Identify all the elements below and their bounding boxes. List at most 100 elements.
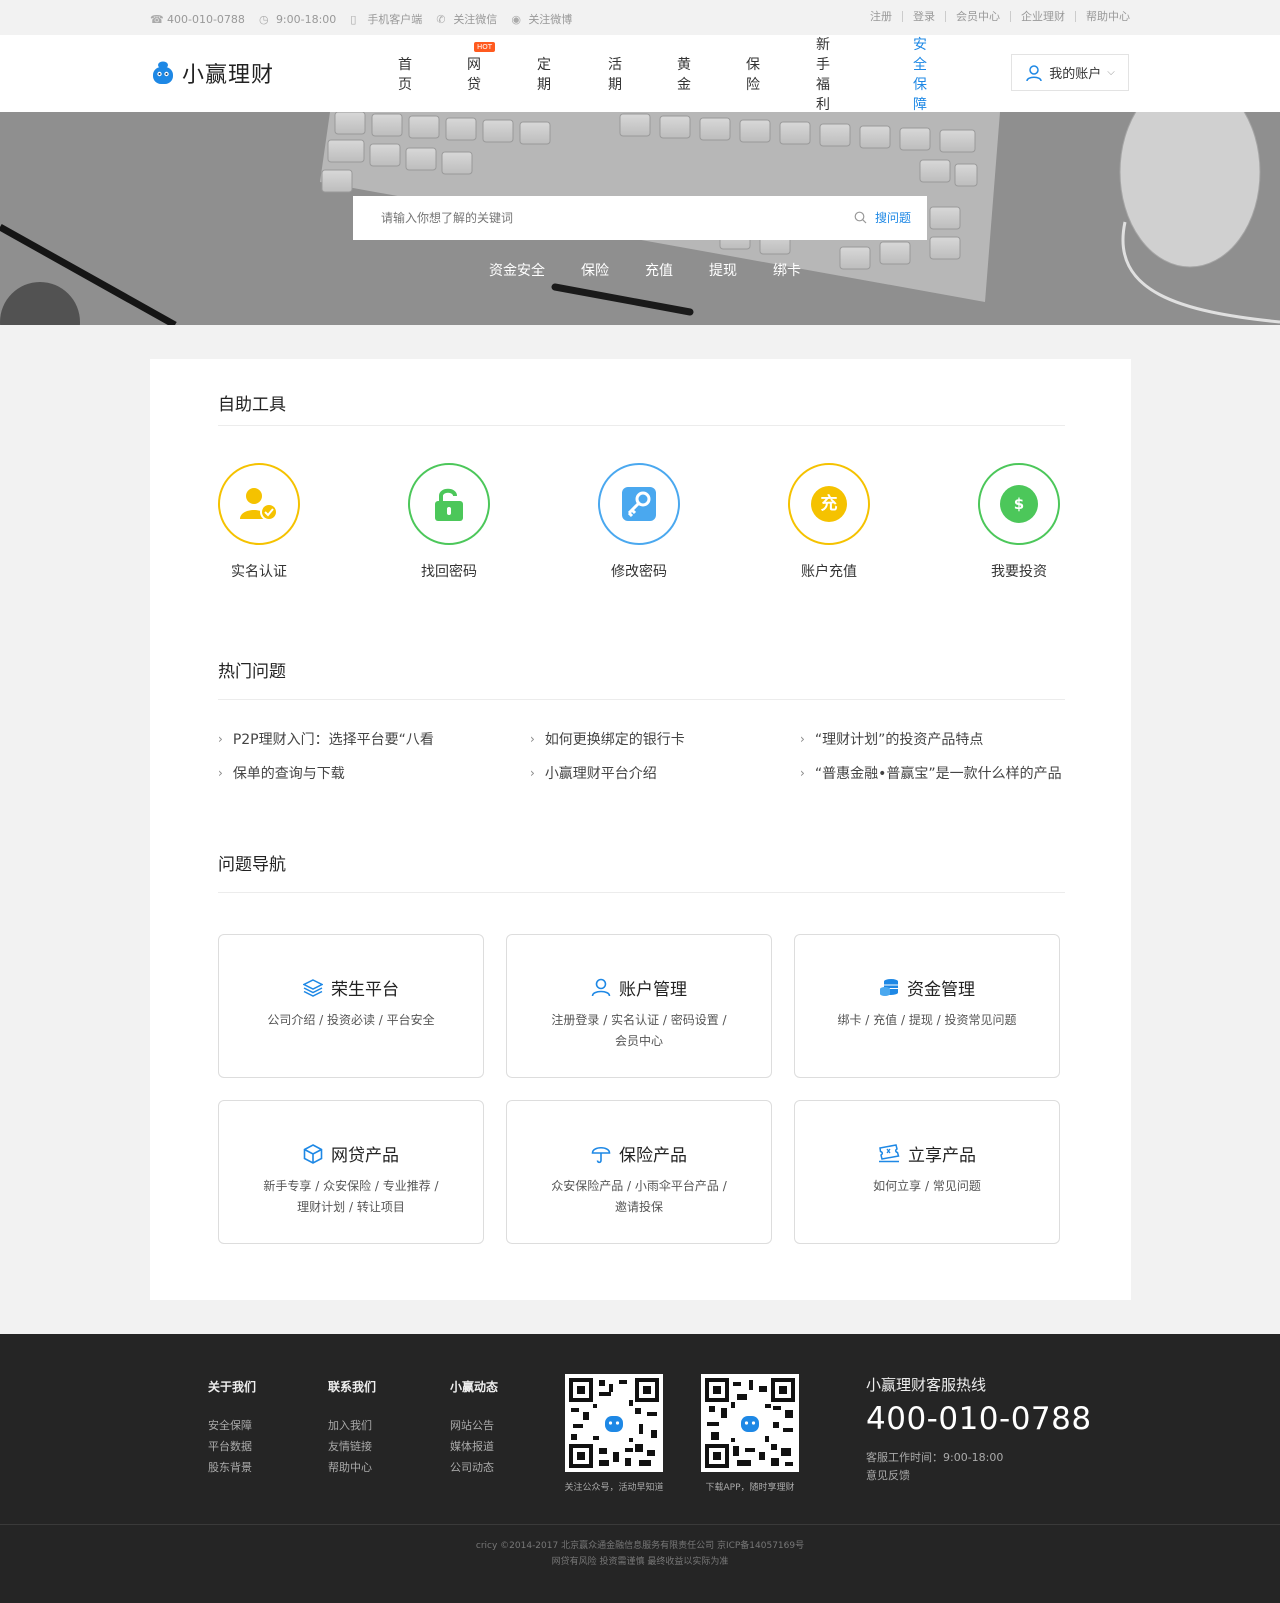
help-center-link[interactable]: 帮助中心: [1075, 11, 1130, 22]
member-center-link[interactable]: 会员中心: [945, 11, 1010, 22]
nav-card-insurance[interactable]: 保险产品 众安保险产品 / 小雨伞平台产品 / 邀请投保: [506, 1100, 772, 1244]
top-bar: ☎ 400-010-0788 ◷ 9:00-18:00 ▯ 手机客户端 ✆ 关注微信 ◉…: [0, 0, 1280, 35]
faq-item[interactable]: › 小赢理财平台介绍: [530, 763, 657, 783]
nav-security[interactable]: 安全保障: [913, 34, 927, 114]
nav-home[interactable]: 首页: [398, 54, 412, 94]
tool-label: 实名认证: [231, 564, 287, 580]
hotline-title: 小赢理财客服热线: [866, 1376, 987, 1394]
tool-label: 我要投资: [991, 564, 1047, 580]
card-title: 荣生平台: [331, 980, 399, 1000]
nav-card-platform[interactable]: 荣生平台 公司介绍 / 投资必读 / 平台安全: [218, 934, 484, 1078]
tool-invest[interactable]: $ 我要投资: [964, 463, 1074, 581]
tag-bind-card[interactable]: 绑卡: [773, 260, 801, 280]
money-bag-icon: $: [978, 463, 1060, 545]
footer-link[interactable]: 媒体报道: [450, 1436, 498, 1457]
footer-link[interactable]: 安全保障: [208, 1415, 256, 1436]
phone-number: 400-010-0788: [167, 12, 245, 26]
tag-withdraw[interactable]: 提现: [709, 260, 737, 280]
header: 小赢理财 首页 网贷 HOT 定期 活期 黄金 保险 新手福利 安全保障 我的账户…: [0, 34, 1280, 114]
search-button[interactable]: 搜问题: [854, 209, 911, 226]
faq-title: 热门问题: [218, 662, 286, 682]
footer-link[interactable]: 股东背景: [208, 1457, 256, 1478]
enterprise-link[interactable]: 企业理财: [1010, 11, 1075, 22]
tool-recharge[interactable]: 充 账户充值: [774, 463, 884, 581]
nav-newbie[interactable]: 新手福利: [816, 34, 830, 114]
chevron-right-icon: ›: [800, 766, 805, 780]
nav-card-funds[interactable]: 资金管理 绑卡 / 充值 / 提现 / 投资常见问题: [794, 934, 1060, 1078]
wechat-icon: ✆: [436, 12, 446, 26]
footer-divider: [0, 1524, 1280, 1525]
faq-item[interactable]: › P2P理财入门：选择平台要“八看: [218, 729, 434, 749]
faq-text: “理财计划”的投资产品特点: [814, 732, 984, 748]
wechat-link[interactable]: ✆ 关注微信: [436, 11, 497, 27]
tool-change-password[interactable]: 修改密码: [584, 463, 694, 581]
chevron-right-icon: ›: [530, 732, 535, 746]
faq-text: “普惠金融•普赢宝”是一款什么样的产品: [814, 766, 1062, 782]
logo[interactable]: 小赢理财: [150, 57, 274, 89]
tool-label: 修改密码: [611, 564, 667, 580]
phone-icon: ☎: [150, 12, 164, 26]
nav-current[interactable]: 活期: [608, 54, 622, 94]
chevron-right-icon: ›: [530, 766, 535, 780]
weibo-link[interactable]: ◉ 关注微博: [511, 11, 572, 27]
money-glyph: $: [1000, 485, 1038, 523]
footer-link[interactable]: 友情链接: [328, 1436, 376, 1457]
tool-label: 账户充值: [801, 564, 857, 580]
weibo-icon: ◉: [511, 12, 521, 26]
nav-gold[interactable]: 黄金: [677, 54, 691, 94]
tag-fund-safety[interactable]: 资金安全: [489, 260, 545, 280]
faq-text: 如何更换绑定的银行卡: [544, 732, 685, 748]
login-link[interactable]: 登录: [902, 11, 945, 22]
divider: [218, 699, 1065, 700]
tool-recover-password[interactable]: 找回密码: [394, 463, 504, 581]
tool-label: 找回密码: [421, 564, 477, 580]
nav-card-lixiang[interactable]: 立享产品 如何立享 / 常见问题: [794, 1100, 1060, 1244]
phone-info: ☎ 400-010-0788: [150, 13, 245, 26]
tool-real-name[interactable]: 实名认证: [204, 463, 314, 581]
my-account-button[interactable]: 我的账户 ⌵: [1011, 54, 1129, 91]
qr-code-icon: [565, 1374, 663, 1472]
divider: [218, 892, 1065, 893]
footer-col-about: 关于我们 安全保障 平台数据 股东背景: [208, 1378, 256, 1478]
search-icon: [854, 211, 867, 224]
faq-item[interactable]: › “理财计划”的投资产品特点: [800, 729, 983, 749]
footer-link[interactable]: 平台数据: [208, 1436, 256, 1457]
faq-item[interactable]: › “普惠金融•普赢宝”是一款什么样的产品: [800, 763, 1062, 783]
box-icon: [303, 1143, 323, 1164]
card-desc: 注册登录 / 实名认证 / 密码设置 / 会员中心: [551, 1013, 727, 1048]
nav-fixed[interactable]: 定期: [537, 54, 551, 94]
footer-link[interactable]: 帮助中心: [328, 1457, 376, 1478]
nav-card-account[interactable]: 账户管理 注册登录 / 实名认证 / 密码设置 / 会员中心: [506, 934, 772, 1078]
footer-col-title: 关于我们: [208, 1380, 257, 1394]
qr-caption: 关注公众号，活动早知道: [564, 1483, 664, 1493]
tag-recharge[interactable]: 充值: [645, 260, 673, 280]
card-desc: 绑卡 / 充值 / 提现 / 投资常见问题: [837, 1013, 1017, 1027]
nav-p2p[interactable]: 网贷 HOT: [467, 41, 495, 94]
search-box: 搜问题: [353, 196, 927, 240]
tag-insurance[interactable]: 保险: [581, 260, 609, 280]
chevron-right-icon: ›: [800, 732, 805, 746]
faq-item[interactable]: › 保单的查询与下载: [218, 763, 345, 783]
footer-link[interactable]: 公司动态: [450, 1457, 498, 1478]
hours-text: 9:00-18:00: [275, 12, 337, 26]
service-hours: 客服工作时间：9:00-18:00: [866, 1451, 1004, 1464]
hotline-number: 400-010-0788: [866, 1401, 1092, 1437]
search-input[interactable]: [353, 196, 823, 240]
wechat-label: 关注微信: [453, 13, 498, 26]
feedback-link[interactable]: 意见反馈: [866, 1467, 1092, 1485]
ticket-icon: [879, 1144, 900, 1163]
main-content: 自助工具 实名认证 找回密码 修改密码 充 账户充值 $ 我要投资 热门问题 ›…: [150, 359, 1131, 1300]
faq-item[interactable]: › 如何更换绑定的银行卡: [530, 729, 685, 749]
logo-text: 小赢理财: [182, 63, 275, 88]
card-title: 保险产品: [619, 1146, 687, 1166]
card-title: 资金管理: [907, 980, 975, 1000]
nav-card-p2p[interactable]: 网贷产品 新手专享 / 众安保险 / 专业推荐 / 理财计划 / 转让项目: [218, 1100, 484, 1244]
footer-col-news: 小赢动态 网站公告 媒体报道 公司动态: [450, 1378, 498, 1478]
footer-link[interactable]: 加入我们: [328, 1415, 376, 1436]
register-link[interactable]: 注册: [860, 11, 902, 22]
mobile-client-link[interactable]: ▯ 手机客户端: [350, 11, 422, 27]
chevron-right-icon: ›: [218, 766, 223, 780]
footer-link[interactable]: 网站公告: [450, 1415, 498, 1436]
coins-icon: [880, 979, 898, 996]
nav-insurance[interactable]: 保险: [746, 54, 760, 94]
